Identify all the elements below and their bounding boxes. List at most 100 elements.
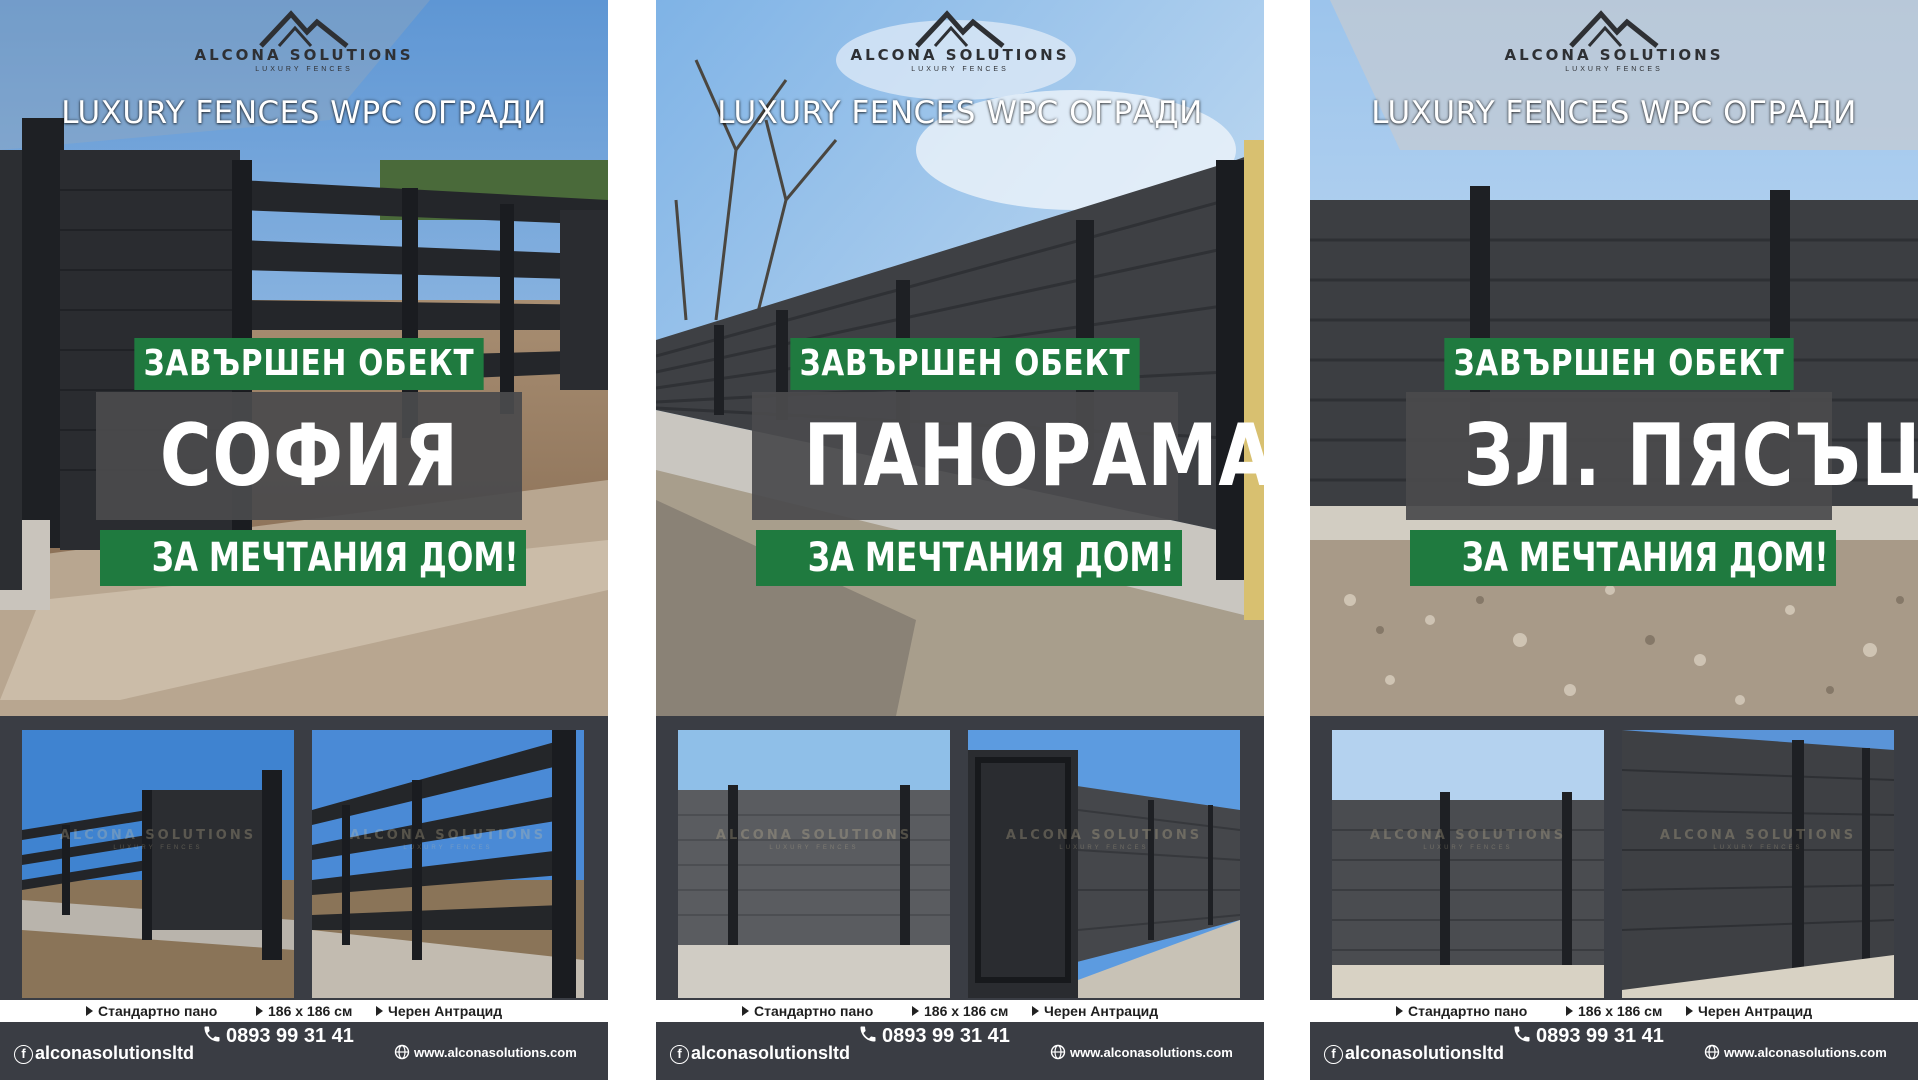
contact-footer: f alconasolutionsltd 0893 99 31 41 www.al… xyxy=(0,1022,608,1080)
website-link[interactable]: www.alconasolutions.com xyxy=(1050,1044,1233,1060)
watermark-brand: ALCONA SOLUTIONS xyxy=(1005,828,1203,843)
facebook-link[interactable]: f alconasolutionsltd xyxy=(670,1043,850,1064)
brand-logo: ALCONA SOLUTIONS LUXURY FENCES xyxy=(1310,8,1918,73)
facebook-link[interactable]: f alconasolutionsltd xyxy=(1324,1043,1504,1064)
watermark-brand: ALCONA SOLUTIONS xyxy=(1659,828,1857,843)
photo-gallery: ALCONA SOLUTIONS LUXURY FENCES ALCONA SO… xyxy=(1310,716,1918,1000)
spec-triangle-icon xyxy=(1686,1006,1693,1016)
spec-size: 186 x 186 см xyxy=(1566,1003,1662,1019)
facebook-icon: f xyxy=(1324,1045,1343,1064)
globe-icon xyxy=(394,1044,410,1060)
city-name-text: ЗЛ. ПЯСЪЦИ xyxy=(1463,406,1918,506)
website-url: www.alconasolutions.com xyxy=(1724,1045,1887,1060)
spec-panel-type: Стандартно пано xyxy=(86,1003,217,1019)
spec-triangle-icon xyxy=(1032,1006,1039,1016)
facebook-link[interactable]: f alconasolutionsltd xyxy=(14,1043,194,1064)
spec-triangle-icon xyxy=(912,1006,919,1016)
spec-text: Черен Антрацид xyxy=(1698,1003,1813,1019)
completed-project-label: ЗАВЪРШЕН ОБЕКТ xyxy=(1444,338,1794,390)
brand-logo: ALCONA SOLUTIONS LUXURY FENCES xyxy=(0,8,608,73)
website-url: www.alconasolutions.com xyxy=(1070,1045,1233,1060)
watermark-tagline: LUXURY FENCES xyxy=(769,845,859,851)
spec-size: 186 x 186 см xyxy=(912,1003,1008,1019)
dream-home-text: ЗА МЕЧТАНИЯ ДОМ! xyxy=(807,535,1175,581)
headline: LUXURY FENCES WPC ОГРАДИ xyxy=(61,95,547,131)
gallery-photo-right: ALCONA SOLUTIONS LUXURY FENCES xyxy=(1622,730,1894,998)
brand-name: ALCONA SOLUTIONS xyxy=(194,46,414,64)
contact-footer: f alconasolutionsltd 0893 99 31 41 www.al… xyxy=(656,1022,1264,1080)
photo-watermark: ALCONA SOLUTIONS LUXURY FENCES xyxy=(678,828,950,851)
photo-watermark: ALCONA SOLUTIONS LUXURY FENCES xyxy=(1332,828,1604,851)
spec-triangle-icon xyxy=(256,1006,263,1016)
spec-panel-type: Стандартно пано xyxy=(1396,1003,1527,1019)
poster-zlatni-pyasatsi: ALCONA SOLUTIONS LUXURY FENCES LUXURY FE… xyxy=(1310,0,1918,1080)
phone-number: 0893 99 31 41 xyxy=(1536,1025,1664,1047)
facebook-handle: alconasolutionsltd xyxy=(691,1043,851,1063)
poster-panorama: ALCONA SOLUTIONS LUXURY FENCES LUXURY FE… xyxy=(656,0,1264,1080)
spec-triangle-icon xyxy=(376,1006,383,1016)
completed-project-label: ЗАВЪРШЕН ОБЕКТ xyxy=(790,338,1140,390)
photo-watermark: ALCONA SOLUTIONS LUXURY FENCES xyxy=(968,828,1240,851)
photo-watermark: ALCONA SOLUTIONS LUXURY FENCES xyxy=(1622,828,1894,851)
brand-name: ALCONA SOLUTIONS xyxy=(850,46,1070,64)
spec-color: Черен Антрацид xyxy=(376,1003,502,1019)
dream-home-text: ЗА МЕЧТАНИЯ ДОМ! xyxy=(151,535,519,581)
spec-triangle-icon xyxy=(86,1006,93,1016)
city-name-text: ПАНОРАМА xyxy=(803,406,1264,506)
brand-logo: ALCONA SOLUTIONS LUXURY FENCES xyxy=(656,8,1264,73)
photo-watermark: ALCONA SOLUTIONS LUXURY FENCES xyxy=(312,828,584,851)
watermark-brand: ALCONA SOLUTIONS xyxy=(59,828,257,843)
dream-home-label: ЗА МЕЧТАНИЯ ДОМ! xyxy=(1410,530,1836,586)
brand-tagline: LUXURY FENCES xyxy=(911,66,1009,73)
watermark-brand: ALCONA SOLUTIONS xyxy=(715,828,913,843)
facebook-handle: alconasolutionsltd xyxy=(1345,1043,1505,1063)
photo-gallery: ALCONA SOLUTIONS LUXURY FENCES ALCONA SO… xyxy=(656,716,1264,1000)
hero-photo: ALCONA SOLUTIONS LUXURY FENCES LUXURY FE… xyxy=(1310,0,1918,716)
photo-watermark: ALCONA SOLUTIONS LUXURY FENCES xyxy=(22,828,294,851)
watermark-tagline: LUXURY FENCES xyxy=(403,845,493,851)
phone-number: 0893 99 31 41 xyxy=(882,1025,1010,1047)
spec-text: 186 x 186 см xyxy=(268,1003,353,1019)
globe-icon xyxy=(1050,1044,1066,1060)
spec-bar: Стандартно пано 186 x 186 см Черен Антра… xyxy=(1310,1000,1918,1022)
headline: LUXURY FENCES WPC ОГРАДИ xyxy=(717,95,1203,131)
photo-gallery: ALCONA SOLUTIONS LUXURY FENCES ALCONA SO… xyxy=(0,716,608,1000)
dream-home-label: ЗА МЕЧТАНИЯ ДОМ! xyxy=(756,530,1182,586)
phone-number: 0893 99 31 41 xyxy=(226,1025,354,1047)
phone-link[interactable]: 0893 99 31 41 xyxy=(858,1024,1010,1048)
facebook-icon: f xyxy=(670,1045,689,1064)
spec-triangle-icon xyxy=(1396,1006,1403,1016)
dream-home-text: ЗА МЕЧТАНИЯ ДОМ! xyxy=(1461,535,1829,581)
spec-text: Черен Антрацид xyxy=(1044,1003,1159,1019)
spec-text: 186 x 186 см xyxy=(1578,1003,1663,1019)
logo-mountains-icon xyxy=(259,10,349,48)
watermark-tagline: LUXURY FENCES xyxy=(113,845,203,851)
city-name: СОФИЯ xyxy=(96,392,522,520)
fence-photo-image xyxy=(968,730,1240,998)
contact-footer: f alconasolutionsltd 0893 99 31 41 www.al… xyxy=(1310,1022,1918,1080)
headline: LUXURY FENCES WPC ОГРАДИ xyxy=(1371,95,1857,131)
fence-photo-image xyxy=(1332,730,1604,998)
spec-bar: Стандартно пано 186 x 186 см Черен Антра… xyxy=(0,1000,608,1022)
gallery-photo-left: ALCONA SOLUTIONS LUXURY FENCES xyxy=(1332,730,1604,998)
city-name: ЗЛ. ПЯСЪЦИ xyxy=(1406,392,1918,520)
website-link[interactable]: www.alconasolutions.com xyxy=(1704,1044,1887,1060)
spec-panel-type: Стандартно пано xyxy=(742,1003,873,1019)
brand-tagline: LUXURY FENCES xyxy=(255,66,353,73)
gallery-photo-left: ALCONA SOLUTIONS LUXURY FENCES xyxy=(678,730,950,998)
spec-text: Стандартно пано xyxy=(98,1003,218,1019)
phone-link[interactable]: 0893 99 31 41 xyxy=(1512,1024,1664,1048)
completed-project-label: ЗАВЪРШЕН ОБЕКТ xyxy=(134,338,484,390)
spec-triangle-icon xyxy=(1566,1006,1573,1016)
city-name-text: СОФИЯ xyxy=(159,406,459,506)
gallery-photo-right: ALCONA SOLUTIONS LUXURY FENCES xyxy=(312,730,584,998)
phone-icon xyxy=(860,1026,876,1042)
spec-color: Черен Антрацид xyxy=(1686,1003,1812,1019)
spec-text: Черен Антрацид xyxy=(388,1003,503,1019)
spec-text: Стандартно пано xyxy=(1408,1003,1528,1019)
fence-photo-image xyxy=(312,730,584,998)
website-link[interactable]: www.alconasolutions.com xyxy=(394,1044,577,1060)
brand-name: ALCONA SOLUTIONS xyxy=(1504,46,1724,64)
phone-link[interactable]: 0893 99 31 41 xyxy=(202,1024,354,1048)
gallery-photo-right: ALCONA SOLUTIONS LUXURY FENCES xyxy=(968,730,1240,998)
